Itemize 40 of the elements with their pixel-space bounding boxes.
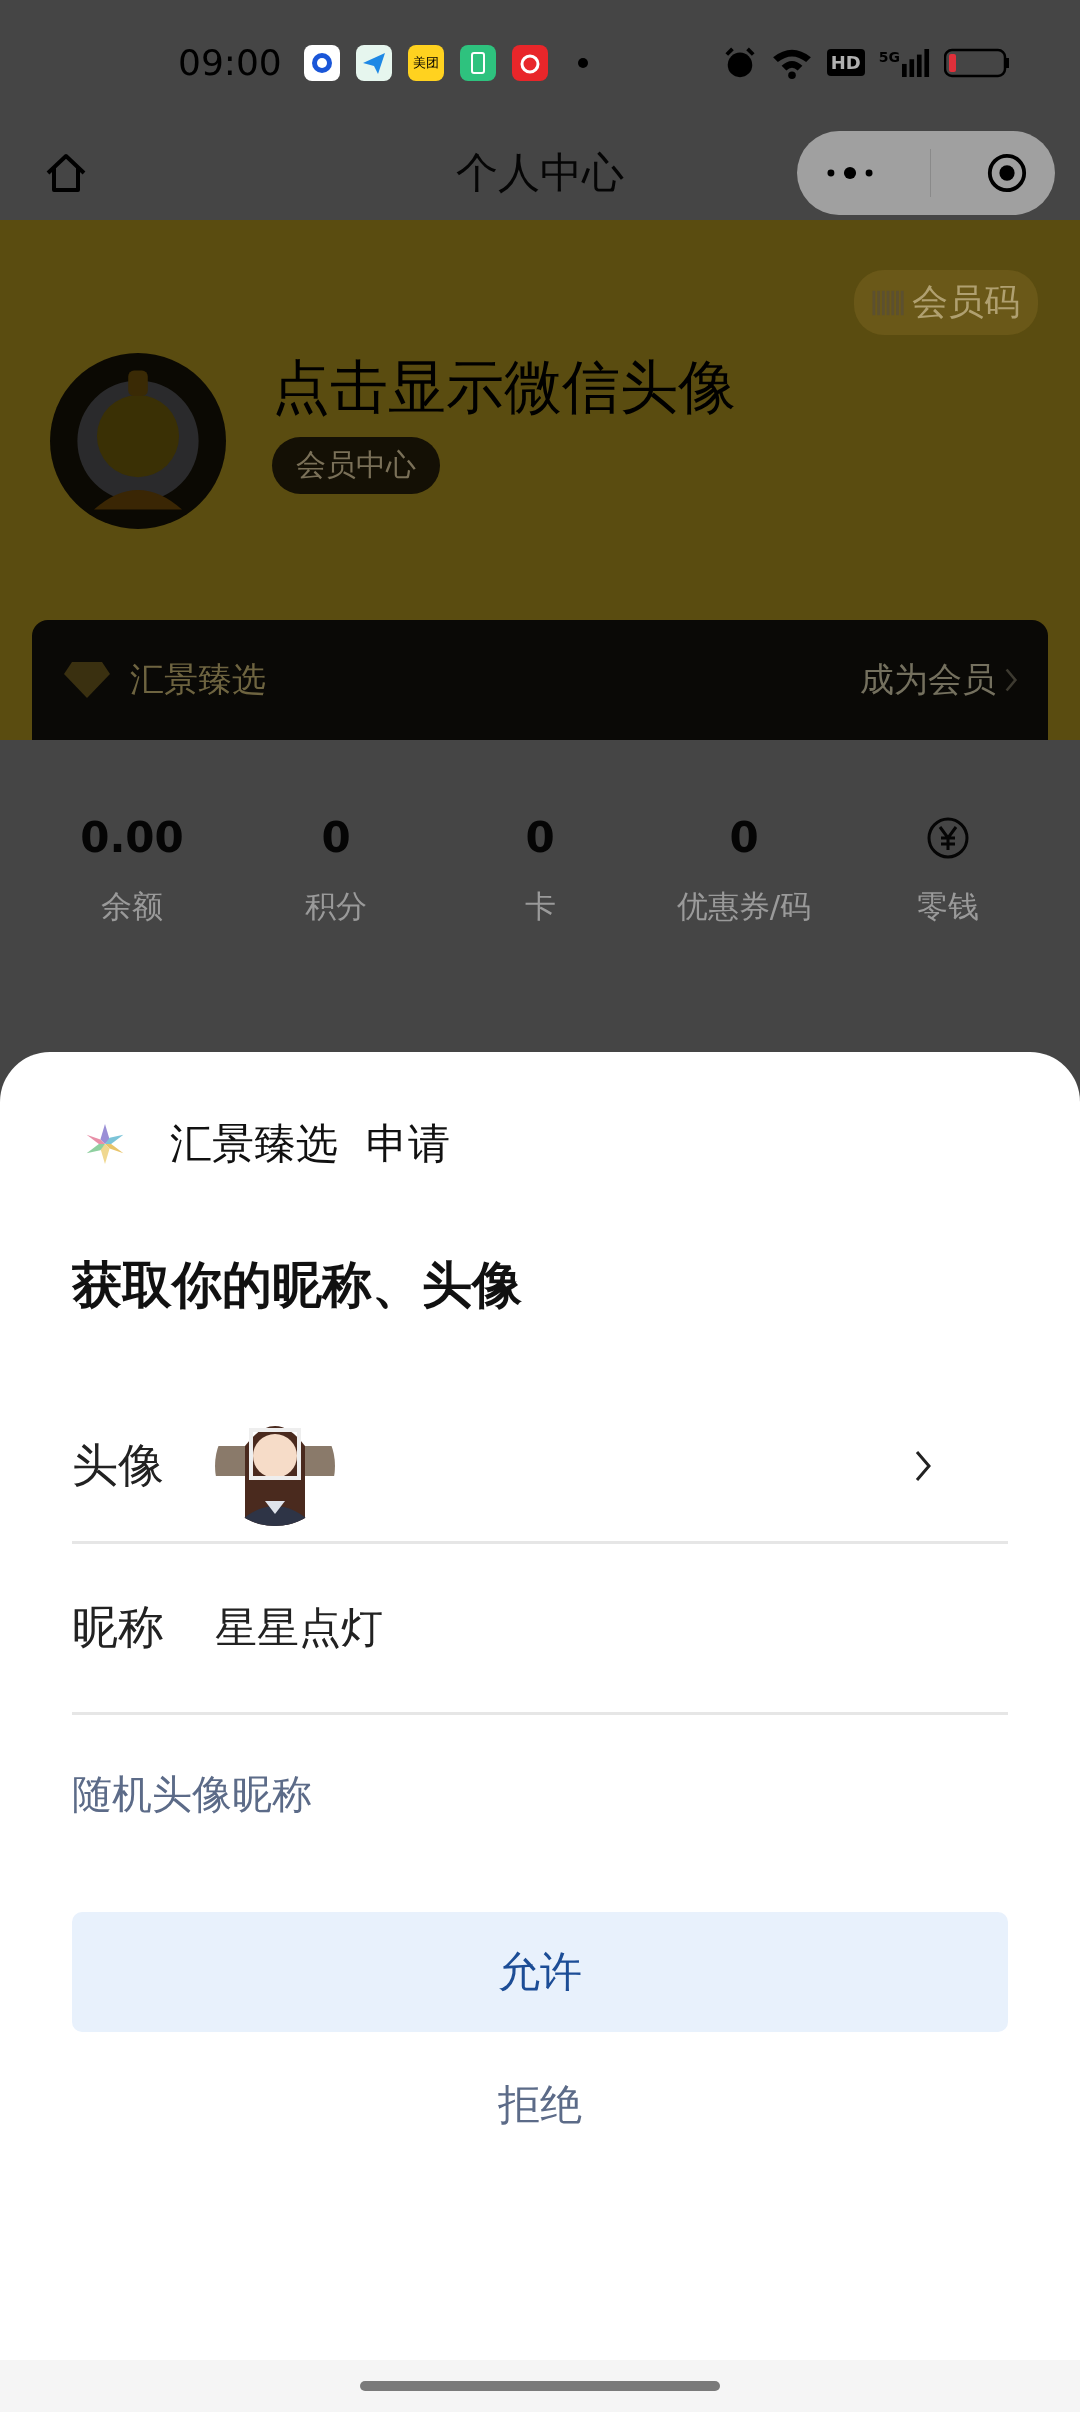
stat-label[interactable]: 优惠券/码	[676, 886, 812, 928]
reject-button[interactable]: 拒绝	[468, 2050, 612, 2160]
user-name[interactable]: 点击显示微信头像	[272, 348, 736, 427]
nickname-field[interactable]: 星星点灯	[215, 1600, 383, 1656]
stat-label[interactable]: 零钱	[917, 886, 979, 928]
status-time: 09:00	[178, 42, 282, 83]
stat-label[interactable]: 积分	[305, 886, 367, 928]
allow-button[interactable]: 允许	[72, 1912, 1008, 2032]
brand-name: 汇景臻选	[130, 658, 266, 701]
hd-indicator: HD	[826, 49, 865, 76]
app-notification-icon: 美团	[407, 44, 444, 81]
stat-value: 0	[729, 812, 759, 864]
plane-app-icon	[355, 44, 392, 81]
field-label: 头像	[72, 1437, 165, 1494]
request-label: 申请	[366, 1118, 450, 1170]
signal-icon	[902, 48, 930, 77]
diamond-icon	[62, 660, 112, 700]
become-member-link[interactable]: 成为会员	[860, 657, 996, 703]
stat-label[interactable]: 余额	[101, 886, 163, 928]
chevron-right-icon[interactable]	[913, 1448, 933, 1484]
member-center-badge[interactable]: 会员中心	[272, 436, 440, 494]
battery-app-icon	[459, 44, 496, 81]
stat-value: 0	[525, 812, 555, 864]
field-label: 昵称	[72, 1599, 165, 1656]
network-type-label: 5G	[878, 48, 900, 65]
random-avatar-link[interactable]: 随机头像昵称	[72, 1767, 312, 1822]
membership-bar[interactable]: 汇景臻选 成为会员	[32, 620, 1048, 740]
stat-value: 0	[321, 812, 351, 864]
page-title: 个人中心	[455, 146, 625, 199]
music-app-icon	[511, 44, 548, 81]
sheet-title: 获取你的昵称、头像	[72, 1255, 523, 1316]
close-mini-program-icon[interactable]	[985, 151, 1028, 194]
chevron-right-icon	[1004, 666, 1018, 694]
stat-value: 0.00	[80, 812, 184, 864]
battery-icon	[944, 47, 1010, 78]
member-code-button[interactable]: 会员码	[854, 270, 1038, 335]
stat-label[interactable]: 卡	[524, 886, 556, 928]
more-notifications-icon	[577, 57, 588, 68]
app-name: 汇景臻选	[170, 1118, 338, 1170]
app-notification-icon	[303, 44, 340, 81]
